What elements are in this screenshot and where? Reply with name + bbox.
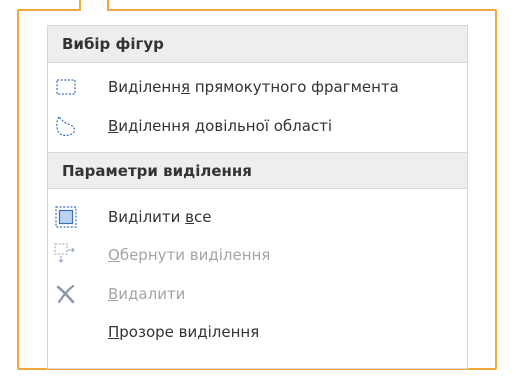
section-header-selection-options: Параметри виділення xyxy=(48,152,467,189)
menu-item-label: Прозоре виділення xyxy=(108,323,260,341)
menu-item-label: Обернути виділення xyxy=(108,246,271,264)
delete-x-icon xyxy=(56,284,75,304)
menu-item-rectangular-selection[interactable]: Виділення прямокутного фрагмента xyxy=(48,68,467,106)
selection-dropdown-menu: Вибір фігур Виділення прямокутного фрагм… xyxy=(47,25,468,369)
menu-item-select-all[interactable]: Виділити все xyxy=(48,198,467,236)
section-title: Параметри виділення xyxy=(62,162,252,180)
highlight-frame-gap xyxy=(81,9,107,11)
select-all-icon xyxy=(55,206,77,228)
freeform-select-icon xyxy=(56,116,76,137)
section-header-shape-selection: Вибір фігур xyxy=(48,26,467,63)
rectangle-select-icon xyxy=(56,79,76,95)
highlight-frame-notch-right xyxy=(107,0,109,11)
invert-selection-icon xyxy=(54,243,75,263)
menu-item-label: Виділення довільної області xyxy=(108,117,333,135)
section-title: Вибір фігур xyxy=(62,35,164,53)
menu-item-invert-selection[interactable]: Обернути виділення xyxy=(48,236,467,274)
menu-item-label: Виділення прямокутного фрагмента xyxy=(108,78,399,96)
menu-item-label: Видалити xyxy=(108,285,186,303)
menu-item-delete[interactable]: Видалити xyxy=(48,275,467,313)
menu-item-label: Виділити все xyxy=(108,208,212,226)
menu-item-transparent-selection[interactable]: Прозоре виділення xyxy=(48,313,467,351)
menu-item-freeform-selection[interactable]: Виділення довільної області xyxy=(48,107,467,145)
